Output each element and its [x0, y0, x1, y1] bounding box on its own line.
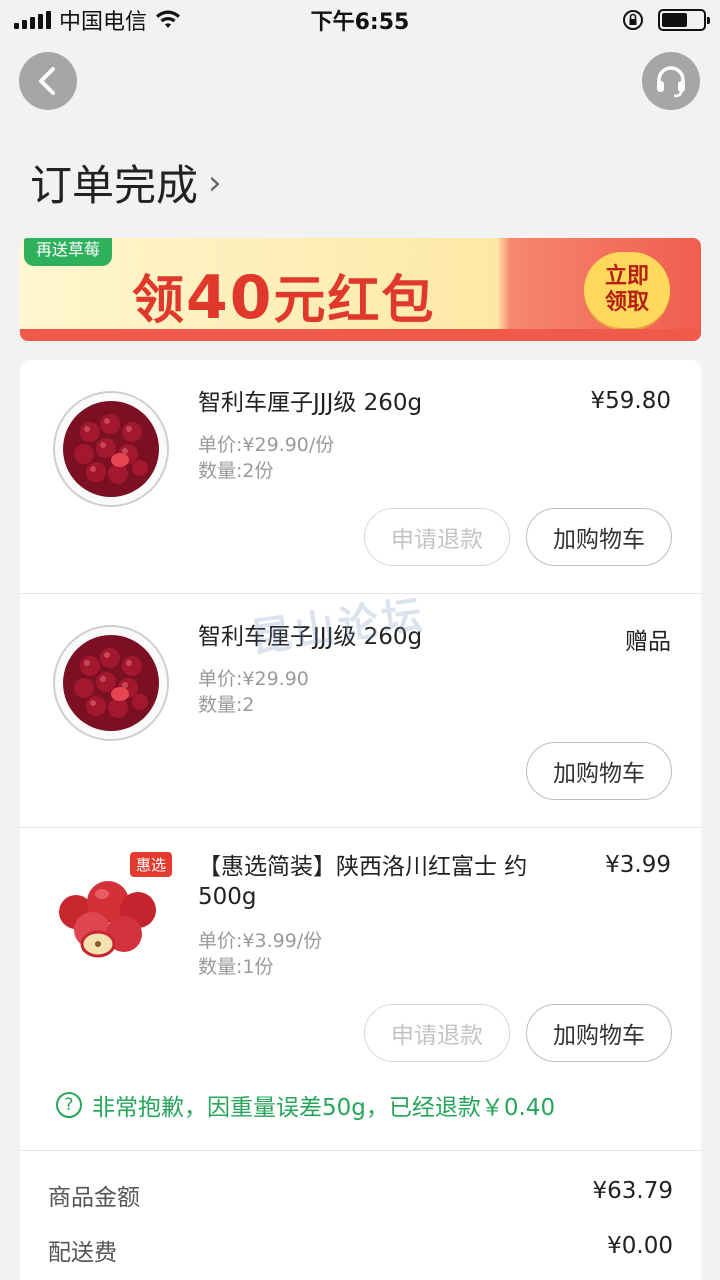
banner-headline: 领40元红包 — [132, 258, 436, 333]
refund-button[interactable]: 申请退款 — [364, 508, 510, 566]
quantity: 数量:2 — [198, 694, 255, 716]
headset-icon — [657, 66, 685, 98]
goods-amount-value: ¥63.79 — [592, 1178, 673, 1204]
delivery-fee-label: 配送费 — [48, 1240, 117, 1266]
banner-tag: 再送草莓 — [24, 238, 113, 266]
unit-price: 单价:¥29.90 — [198, 668, 309, 690]
gift-label: 赠品 — [625, 629, 671, 655]
chevron-right-icon: › — [208, 162, 222, 203]
discount-badge: 惠选 — [130, 852, 173, 877]
banner-prefix: 领 — [132, 271, 187, 331]
cherry-product-image — [53, 391, 169, 507]
claim-button-line2: 领取 — [604, 290, 649, 315]
unit-price: 单价:¥29.90/份 — [198, 434, 335, 456]
refund-notice-text: 非常抱歉，因重量误差50g，已经退款￥0.40 — [92, 1095, 556, 1121]
carrier-label: 中国电信 — [59, 10, 148, 35]
unit-price: 单价:¥3.99/份 — [198, 930, 323, 952]
order-items-card: 智利车厘子JJJ级 260g ¥59.80 单价:¥29.90/份 数量:2份 … — [20, 360, 701, 1280]
red-packet-banner[interactable]: 再送草莓 领40元红包 立即 领取 — [20, 238, 701, 341]
quantity: 数量:1份 — [198, 956, 274, 978]
banner-suffix: 元红包 — [273, 271, 436, 331]
refund-notice: ? 非常抱歉，因重量误差50g，已经退款￥0.40 — [56, 1088, 555, 1122]
quantity: 数量:2份 — [198, 460, 274, 482]
claim-button[interactable]: 立即 领取 — [584, 252, 670, 328]
product-price: ¥3.99 — [605, 852, 671, 878]
goods-amount-row: 商品金额 ¥63.79 — [48, 1178, 673, 1212]
status-bar: 中国电信 下午6:55 — [0, 0, 720, 40]
back-button[interactable] — [19, 52, 77, 110]
refund-button[interactable]: 申请退款 — [364, 1004, 510, 1062]
banner-amount: 40 — [186, 263, 274, 333]
chevron-left-icon — [39, 67, 55, 95]
add-to-cart-button[interactable]: 加购物车 — [526, 742, 672, 800]
help-icon: ? — [56, 1092, 82, 1118]
banner-edge — [20, 329, 701, 341]
divider — [20, 1150, 701, 1151]
product-name-line2: 500g — [198, 884, 257, 910]
product-name: 智利车厘子JJJ级 260g — [198, 390, 423, 416]
claim-button-line1: 立即 — [604, 264, 649, 289]
battery-icon — [658, 9, 710, 31]
delivery-fee-row: 配送费 ¥0.00 — [48, 1233, 673, 1267]
goods-amount-label: 商品金额 — [48, 1185, 140, 1211]
add-to-cart-button[interactable]: 加购物车 — [526, 1004, 672, 1062]
add-to-cart-button[interactable]: 加购物车 — [526, 508, 672, 566]
delivery-fee-value: ¥0.00 — [607, 1233, 673, 1259]
customer-service-button[interactable] — [642, 52, 700, 110]
order-item: 智利车厘子JJJ级 260g 赠品 单价:¥29.90 数量:2 加购物车 — [20, 594, 701, 826]
order-item: 智利车厘子JJJ级 260g ¥59.80 单价:¥29.90/份 数量:2份 … — [20, 360, 701, 592]
wifi-icon — [156, 10, 181, 28]
page-title[interactable]: 订单完成 › — [30, 152, 222, 213]
cherry-product-image — [53, 625, 169, 741]
product-name-line1: 【惠选简装】陕西洛川红富士 约 — [198, 854, 528, 880]
rotation-lock-icon — [623, 10, 643, 30]
product-price: ¥59.80 — [590, 388, 671, 414]
product-name: 智利车厘子JJJ级 260g — [198, 624, 423, 650]
signal-icon — [14, 11, 51, 29]
order-status-label: 订单完成 — [30, 161, 199, 210]
